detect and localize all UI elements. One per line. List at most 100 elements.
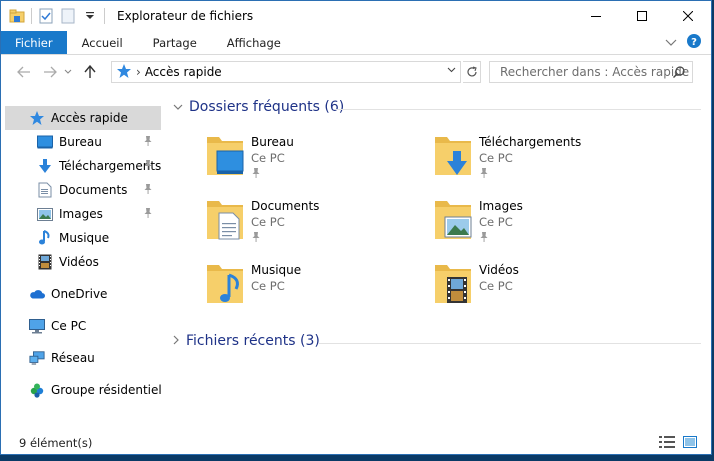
toolbar-separator bbox=[31, 8, 32, 24]
nav-item-reseau[interactable]: Réseau bbox=[5, 346, 161, 370]
folder-name: Musique bbox=[251, 263, 302, 277]
address-bar[interactable]: › Accès rapide bbox=[111, 61, 461, 83]
tab-partage[interactable]: Partage bbox=[138, 31, 212, 54]
pin-icon bbox=[479, 231, 523, 246]
group-divider bbox=[319, 343, 701, 344]
nav-item-ce-pc[interactable]: Ce PC bbox=[5, 314, 161, 338]
nav-item-label: Accès rapide bbox=[51, 111, 128, 125]
folder-location: Ce PC bbox=[251, 151, 285, 165]
tab-affichage[interactable]: Affichage bbox=[212, 31, 296, 54]
nav-item-label: OneDrive bbox=[51, 287, 108, 301]
quick-access-star-icon bbox=[116, 63, 132, 82]
nav-item-onedrive[interactable]: OneDrive bbox=[5, 282, 161, 306]
group-header-frequent-folders[interactable]: Dossiers fréquents (6) bbox=[173, 99, 703, 115]
film-icon bbox=[37, 254, 53, 270]
new-folder-icon[interactable] bbox=[60, 8, 76, 24]
svg-text:?: ? bbox=[691, 37, 697, 48]
folder-tile-telechargements[interactable]: Téléchargements Ce PC bbox=[433, 133, 633, 189]
nav-item-groupe-residentiel[interactable]: Groupe résidentiel bbox=[5, 378, 161, 402]
breadcrumb-chevron-icon[interactable]: › bbox=[136, 65, 141, 79]
status-bar: 9 élément(s) bbox=[1, 432, 711, 454]
nav-item-musique[interactable]: Musique bbox=[5, 226, 161, 250]
title-bar: Explorateur de fichiers bbox=[1, 1, 711, 31]
search-placeholder: Rechercher dans : Accès rapide bbox=[500, 65, 690, 79]
nav-item-label: Groupe résidentiel bbox=[51, 383, 161, 397]
network-icon bbox=[29, 350, 45, 366]
nav-item-quick-access[interactable]: Accès rapide bbox=[5, 106, 161, 130]
navigation-pane: Accès rapide Bureau Téléchargements Docu… bbox=[1, 101, 167, 401]
pin-icon bbox=[251, 167, 294, 182]
minimize-button[interactable] bbox=[573, 1, 619, 31]
properties-icon[interactable] bbox=[38, 8, 54, 24]
toolbar-separator bbox=[104, 8, 105, 24]
expand-chevron-icon[interactable] bbox=[173, 334, 180, 348]
address-history-icon[interactable] bbox=[447, 65, 456, 76]
nav-item-documents[interactable]: Documents bbox=[5, 178, 161, 202]
folder-location: Ce PC bbox=[479, 279, 513, 293]
folder-location: Ce PC bbox=[479, 215, 513, 229]
nav-item-telechargements[interactable]: Téléchargements bbox=[5, 154, 161, 178]
document-icon bbox=[37, 182, 53, 198]
desktop-icon bbox=[37, 134, 53, 150]
recent-locations-icon[interactable] bbox=[61, 61, 75, 83]
tab-fichier[interactable]: Fichier bbox=[1, 31, 67, 54]
forward-arrow-icon[interactable] bbox=[39, 61, 61, 83]
nav-item-videos[interactable]: Vidéos bbox=[5, 250, 161, 274]
folder-tile-documents[interactable]: Documents Ce PC bbox=[205, 197, 405, 253]
window-title: Explorateur de fichiers bbox=[117, 9, 254, 23]
computer-icon bbox=[29, 318, 45, 334]
group-divider bbox=[335, 109, 701, 110]
search-input[interactable]: Rechercher dans : Accès rapide bbox=[489, 61, 693, 83]
pin-icon bbox=[251, 231, 319, 246]
address-row: › Accès rapide Rechercher dans : Accès r… bbox=[1, 56, 711, 88]
large-icons-view-icon[interactable] bbox=[683, 436, 697, 451]
window-controls bbox=[573, 1, 711, 31]
content-pane: Dossiers fréquents (6) Bureau Ce PC Télé… bbox=[167, 91, 713, 431]
group-header-recent-files[interactable]: Fichiers récents (3) bbox=[173, 333, 703, 349]
homegroup-icon bbox=[29, 382, 45, 398]
folder-tile-musique[interactable]: Musique Ce PC bbox=[205, 261, 405, 317]
back-arrow-icon[interactable] bbox=[13, 61, 35, 83]
quick-access-toolbar bbox=[1, 1, 111, 31]
pin-icon[interactable] bbox=[143, 159, 153, 174]
pin-icon[interactable] bbox=[143, 207, 153, 222]
customize-toolbar-icon[interactable] bbox=[82, 8, 98, 24]
help-icon[interactable]: ? bbox=[687, 34, 701, 51]
nav-item-label: Images bbox=[59, 207, 103, 221]
explorer-app-icon[interactable] bbox=[9, 8, 25, 24]
item-count: 9 élément(s) bbox=[19, 436, 93, 450]
quick-access-star-icon bbox=[29, 110, 45, 126]
details-view-icon[interactable] bbox=[659, 436, 675, 451]
collapse-chevron-icon[interactable] bbox=[173, 100, 183, 114]
nav-item-bureau[interactable]: Bureau bbox=[5, 130, 161, 154]
picture-icon bbox=[37, 206, 53, 222]
folder-tile-images[interactable]: Images Ce PC bbox=[433, 197, 633, 253]
up-arrow-icon[interactable] bbox=[79, 61, 101, 83]
pin-icon[interactable] bbox=[143, 135, 153, 150]
folder-location: Ce PC bbox=[251, 279, 285, 293]
search-icon[interactable] bbox=[672, 65, 686, 82]
maximize-button[interactable] bbox=[619, 1, 665, 31]
nav-item-label: Documents bbox=[59, 183, 128, 197]
breadcrumb[interactable]: Accès rapide bbox=[145, 65, 222, 79]
group-title: Dossiers fréquents (6) bbox=[189, 99, 345, 115]
folder-tile-videos[interactable]: Vidéos Ce PC bbox=[433, 261, 633, 317]
refresh-button[interactable] bbox=[463, 61, 481, 83]
pin-icon[interactable] bbox=[143, 183, 153, 198]
folder-name: Documents bbox=[251, 199, 320, 213]
folder-icon bbox=[433, 197, 473, 241]
folder-location: Ce PC bbox=[251, 215, 285, 229]
tab-accueil[interactable]: Accueil bbox=[67, 31, 138, 54]
close-button[interactable] bbox=[665, 1, 711, 31]
folder-icon bbox=[205, 261, 245, 305]
nav-item-images[interactable]: Images bbox=[5, 202, 161, 226]
folder-icon bbox=[433, 133, 473, 177]
ribbon-right-controls: ? bbox=[665, 31, 711, 54]
nav-item-label: Vidéos bbox=[59, 255, 99, 269]
view-switcher bbox=[659, 436, 697, 451]
folder-tile-bureau[interactable]: Bureau Ce PC bbox=[205, 133, 405, 189]
nav-item-label: Bureau bbox=[59, 135, 102, 149]
folder-location: Ce PC bbox=[479, 151, 513, 165]
nav-item-label: Réseau bbox=[51, 351, 95, 365]
expand-ribbon-icon[interactable] bbox=[665, 36, 677, 50]
